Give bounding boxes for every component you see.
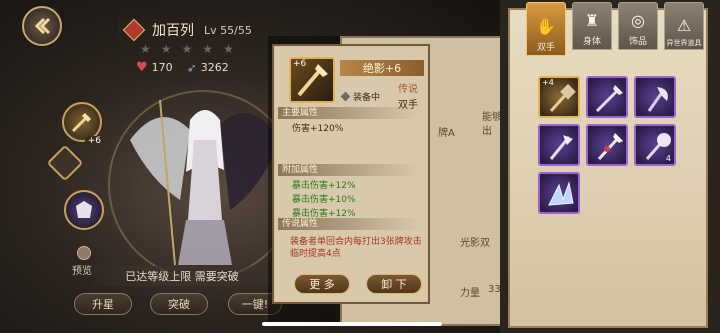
item-count-badge: 4	[665, 154, 671, 163]
tab-accessory[interactable]: ◎ 饰品	[618, 2, 658, 50]
equipped-tag: 装备中	[339, 90, 381, 103]
back-arrow-icon	[34, 17, 51, 35]
tab-otherworld[interactable]: ⚠ 异世界道具	[664, 2, 704, 50]
tab-label: 异世界道具	[666, 39, 702, 47]
extra-attr-line: 暴击伤害+12%	[292, 181, 356, 191]
inventory-item[interactable]: +4	[538, 76, 580, 118]
tab-label: 双手	[536, 43, 555, 53]
tab-label: 饰品	[628, 37, 647, 47]
spear-icon	[595, 85, 623, 113]
more-button[interactable]: 更 多	[294, 274, 350, 294]
item-plus-badge: +6	[293, 59, 307, 69]
legend-attr-header: 传说属性	[278, 218, 420, 230]
unequip-button[interactable]: 卸 下	[366, 274, 422, 294]
heart-icon: ♥	[136, 60, 148, 75]
item-grid: +4 4	[538, 76, 676, 214]
home-indicator[interactable]	[262, 322, 442, 326]
armor-icon: ♜	[584, 11, 600, 30]
star-up-button[interactable]: 升星	[74, 293, 132, 315]
star-icon: ★	[160, 42, 172, 56]
back-button[interactable]	[22, 6, 62, 46]
hand-icon: ✋	[536, 17, 556, 36]
hero-name: 加百列	[152, 23, 194, 39]
speed-value: 3262	[200, 61, 229, 74]
hero-name-bar: 加百列 Lv 55/55	[118, 18, 268, 42]
legend-attr-text: 装备者单回合内每打出3张牌攻击临时提高4点	[290, 237, 422, 259]
weapon-plus-badge: +6	[84, 136, 104, 146]
wing-icon: ➶	[186, 60, 197, 75]
weapon-slot[interactable]: +6	[62, 102, 104, 146]
inventory-item[interactable]: 4	[634, 124, 676, 166]
panel-fragment: 牌A	[438, 128, 455, 139]
item-rarity: 传说	[398, 84, 418, 95]
tab-body[interactable]: ♜ 身体	[572, 2, 612, 50]
weapon-icon	[71, 113, 91, 133]
star-rating: ★ ★ ★ ★ ★	[140, 42, 234, 56]
inventory-item[interactable]	[538, 172, 580, 214]
star-icon: ★	[202, 42, 214, 56]
armor-slot[interactable]	[64, 190, 104, 230]
slot-switch-arrow[interactable]	[46, 144, 84, 182]
inventory-item[interactable]	[586, 124, 628, 166]
panel-fragment: 33	[488, 284, 501, 295]
hero-stats: ♥ 170 ➶ 3262	[136, 60, 229, 75]
inventory-item[interactable]	[538, 124, 580, 166]
star-icon: ★	[140, 42, 151, 56]
panel-fragment: 出	[482, 126, 492, 137]
accessory-icon: ◎	[631, 11, 645, 30]
hero-level: Lv 55/55	[204, 23, 252, 37]
preview-label[interactable]: 预览	[72, 262, 92, 277]
item-plus-badge: +4	[542, 78, 554, 87]
panel-fragment: 力量	[460, 288, 480, 299]
item-detail-popup: +6 绝影+6 传说 装备中 双手 主要属性 伤害+120% 附加属性 暴击伤害…	[272, 44, 430, 304]
inventory-panel: ✋ 双手 ♜ 身体 ◎ 饰品 ⚠ 异世界道具 +4 4	[500, 0, 720, 333]
inventory-item[interactable]	[586, 76, 628, 118]
tab-two-hand[interactable]: ✋ 双手	[526, 2, 566, 56]
breakthrough-button[interactable]: 突破	[150, 293, 208, 315]
equipped-icon	[339, 90, 352, 103]
main-attr-line: 伤害+120%	[292, 124, 344, 134]
inventory-tabs: ✋ 双手 ♜ 身体 ◎ 饰品 ⚠ 异世界道具	[526, 2, 704, 56]
hero-character-art	[130, 99, 280, 266]
hp-value: 170	[151, 61, 173, 74]
preview-icon[interactable]	[77, 246, 91, 260]
level-limit-notice: 已达等级上限 需要突破	[94, 266, 270, 286]
class-icon	[122, 18, 146, 42]
inventory-item[interactable]	[634, 76, 676, 118]
otherworld-icon: ⚠	[676, 16, 692, 35]
lance-icon	[597, 133, 623, 161]
armor-icon	[76, 201, 92, 218]
main-attr-header: 主要属性	[278, 107, 420, 119]
equipped-label: 装备中	[353, 93, 381, 103]
ice-crystal-icon	[548, 181, 574, 206]
star-icon: ★	[223, 42, 234, 56]
star-icon: ★	[181, 42, 193, 56]
panel-fragment: 能够	[482, 112, 502, 123]
extra-attr-header: 附加属性	[278, 164, 420, 176]
item-name: 绝影+6	[340, 60, 424, 76]
item-icon: +6	[289, 57, 335, 103]
halberd-icon	[549, 135, 573, 160]
extra-attr-line: 暴击伤害+10%	[292, 195, 356, 205]
warhammer-icon	[549, 83, 576, 112]
panel-fragment: 光影双	[460, 238, 490, 249]
axe-icon	[647, 87, 668, 112]
tab-label: 身体	[582, 37, 601, 47]
